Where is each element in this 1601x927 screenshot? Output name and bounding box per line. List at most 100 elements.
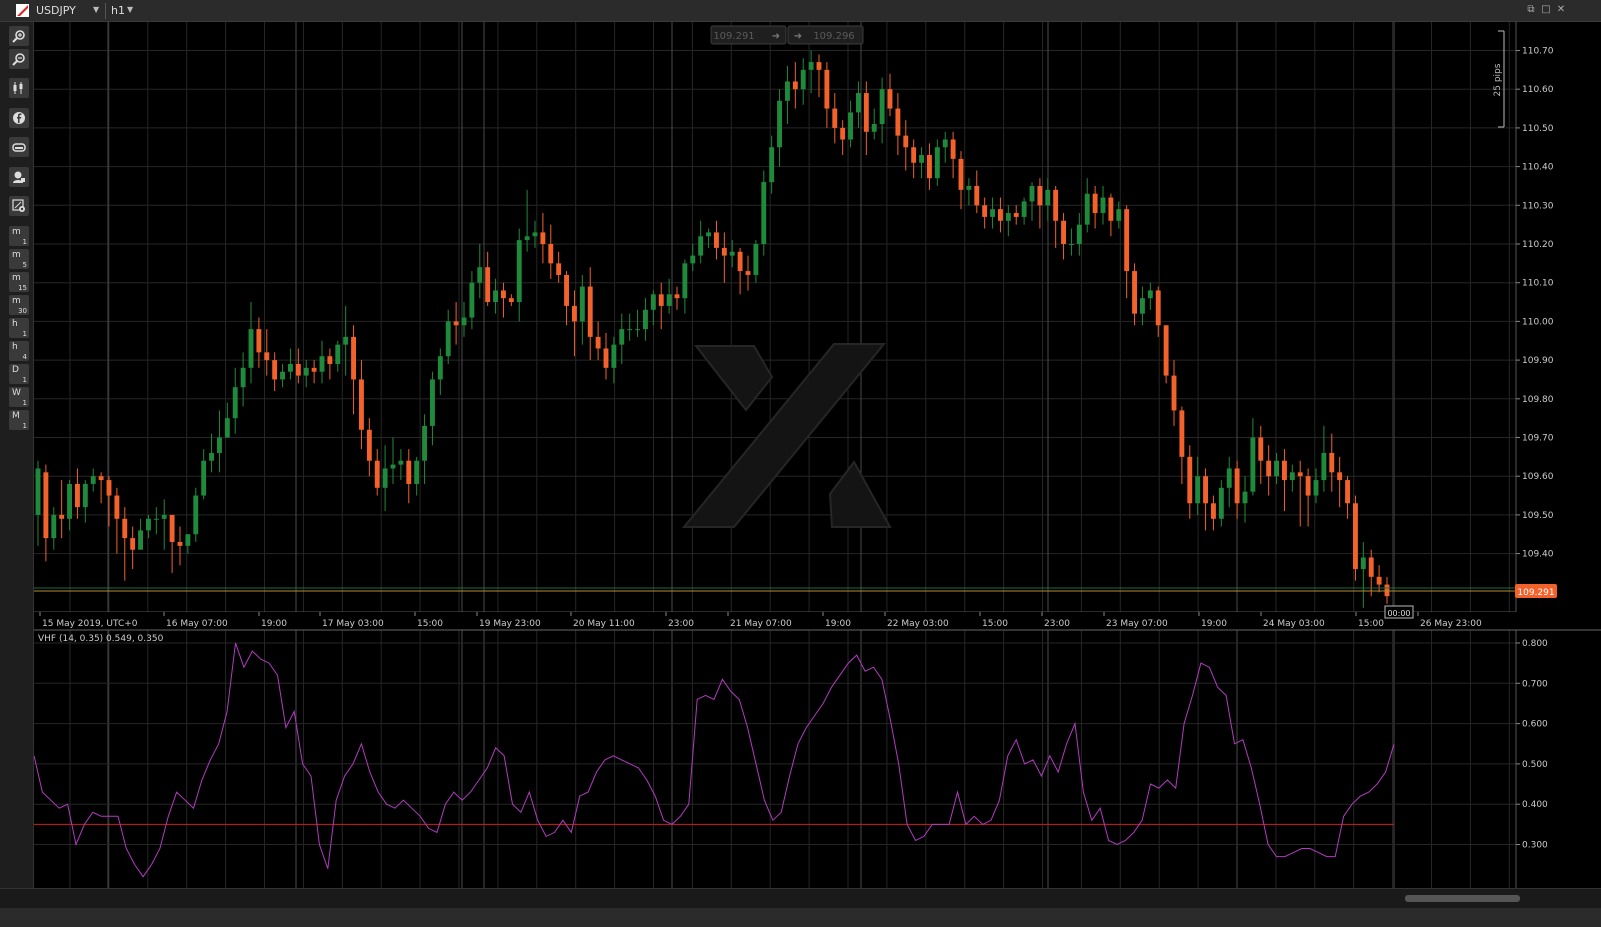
indicator-title: VHF (14, 0.35) 0.549, 0.350 — [38, 634, 164, 644]
candle-body — [1005, 213, 1011, 221]
timeframe-button-m5[interactable]: m5 — [9, 249, 29, 269]
candle-body — [1061, 220, 1067, 244]
candle-countdown: 00:00 — [1387, 609, 1410, 618]
candle-body — [903, 135, 909, 148]
timeframe-button-m15[interactable]: m 15 — [9, 272, 29, 292]
timeframe-unit: m — [12, 227, 21, 237]
facebook-share-button[interactable] — [9, 108, 29, 128]
candle-body — [997, 209, 1003, 221]
sell-price-button[interactable]: 109.291 ➜ — [710, 25, 787, 45]
candle-body — [532, 232, 538, 237]
trader-button[interactable] — [9, 167, 29, 187]
candle-body — [642, 309, 648, 330]
candle-body — [603, 348, 609, 368]
candle-body — [82, 483, 88, 508]
timeframe-unit: D — [12, 365, 19, 375]
candle-body — [556, 263, 562, 275]
candle-body — [422, 425, 428, 461]
timeframe-button-D1[interactable]: D1 — [9, 364, 29, 384]
chart-toolbar: m 1 m 5 m 15 m 30 h 1 h 4 D 1 W 1 M 1 — [0, 22, 34, 908]
time-tick-label: 23:00 — [1044, 619, 1070, 629]
candle-body — [1218, 487, 1224, 519]
candle-body — [1313, 480, 1319, 496]
zoom-out-button[interactable] — [9, 49, 29, 69]
candle-body — [398, 460, 404, 465]
timeframe-button-h4[interactable]: h4 — [9, 341, 29, 361]
timeframe-unit: W — [12, 388, 21, 398]
candle-body — [374, 460, 380, 488]
candle-body — [272, 360, 278, 380]
candle-body — [295, 363, 301, 376]
price-tick-label: 109.60 — [1522, 472, 1554, 482]
settings-icon — [12, 199, 25, 212]
timeframe-dropdown-chevron-icon[interactable]: ▼ — [127, 5, 133, 14]
price-tick-label: 110.20 — [1522, 240, 1554, 250]
candle-body — [145, 518, 151, 531]
candle-body — [327, 356, 333, 364]
time-tick-label: 26 May 23:00 — [1420, 619, 1482, 629]
price-tick-label: 109.90 — [1522, 356, 1554, 366]
candle-body — [59, 514, 65, 519]
buy-price-button[interactable]: ➜ 109.296 — [787, 25, 864, 45]
detach-window-icon[interactable]: ⧉ — [1525, 4, 1537, 16]
candle-body — [453, 321, 459, 326]
time-tick-label: 20 May 11:00 — [573, 619, 635, 629]
candle-body — [1021, 201, 1027, 217]
timeframe-button-M1[interactable]: M1 — [9, 410, 29, 430]
candle-body — [729, 251, 735, 256]
candle-body — [130, 538, 136, 550]
price-tick-label: 110.30 — [1522, 201, 1554, 211]
candle-body — [784, 81, 790, 101]
horizontal-scrollbar[interactable] — [0, 888, 1601, 908]
timeframe-button-m1[interactable]: m1 — [9, 226, 29, 246]
candle-body — [879, 89, 885, 125]
candle-body — [1250, 437, 1256, 492]
candle-body — [855, 93, 861, 113]
time-tick-label: 19 May 23:00 — [479, 619, 541, 629]
candle-body — [35, 468, 41, 515]
chart-canvas[interactable]: 110.70 110.60 110.50 110.40 110.30 110.20 110.… — [33, 22, 1601, 888]
price-tick-label: 109.70 — [1522, 434, 1554, 444]
candle-body — [280, 371, 286, 380]
chart-area[interactable]: 110.70 110.60 110.50 110.40 110.30 110.20 110.… — [33, 22, 1601, 908]
candle-body — [264, 352, 270, 361]
candle-body — [508, 298, 514, 303]
timeframe-button-W1[interactable]: W1 — [9, 387, 29, 407]
candle-body — [769, 147, 775, 183]
symbol-selector[interactable]: USDJPY — [36, 4, 76, 17]
status-strip — [0, 908, 1601, 927]
symbol-dropdown-chevron-icon[interactable]: ▼ — [93, 5, 99, 14]
candle-body — [942, 139, 948, 148]
candle-body — [43, 472, 49, 539]
candle-body — [1155, 290, 1161, 326]
scrollbar-thumb[interactable] — [1405, 895, 1520, 902]
candle-body — [950, 139, 956, 159]
close-window-icon[interactable]: ✕ — [1555, 4, 1567, 16]
timeframe-selector[interactable]: h1 — [111, 4, 125, 17]
chart-settings-button[interactable] — [9, 196, 29, 216]
candle-body — [366, 429, 372, 461]
buy-price-label: 109.296 — [813, 31, 854, 42]
buy-arrow-icon: ➜ — [794, 31, 802, 42]
timeframe-count: 1 — [22, 238, 27, 246]
timeframe-button-m30[interactable]: m 30 — [9, 295, 29, 315]
candle-body — [1384, 584, 1390, 597]
indicator-tick-label: 0.500 — [1522, 760, 1548, 770]
indicator-tick-label: 0.800 — [1522, 639, 1548, 649]
candle-body — [974, 185, 980, 206]
candle-body — [1274, 460, 1280, 477]
gamepad-button[interactable] — [9, 137, 29, 157]
candle-body — [595, 336, 601, 349]
indicator-tick-label: 0.600 — [1522, 720, 1548, 730]
timeframe-unit: m — [12, 250, 21, 260]
facebook-icon — [13, 112, 25, 124]
chart-type-button[interactable] — [9, 78, 29, 98]
candle-body — [500, 290, 506, 299]
candle-body — [721, 247, 727, 256]
candle-body — [461, 317, 467, 326]
maximize-window-icon[interactable]: □ — [1540, 4, 1552, 16]
zoom-in-button[interactable] — [9, 26, 29, 46]
candle-body — [745, 271, 751, 275]
candle-body — [1329, 452, 1335, 473]
timeframe-button-h1[interactable]: h1 — [9, 318, 29, 338]
